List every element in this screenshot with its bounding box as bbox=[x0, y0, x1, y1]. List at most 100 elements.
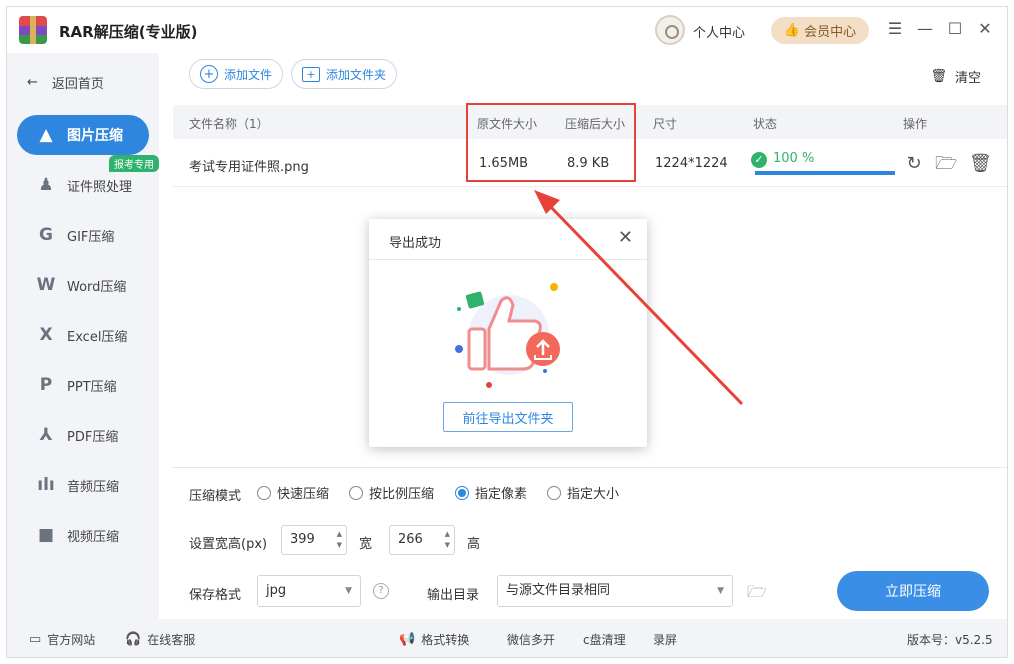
website-link[interactable]: ▭ 官方网站 bbox=[29, 631, 95, 648]
output-value: 与源文件目录相同 bbox=[506, 583, 611, 598]
add-file-button[interactable]: + 添加文件 bbox=[189, 59, 284, 89]
output-label: 输出目录 bbox=[427, 588, 480, 603]
website-label: 官方网站 bbox=[47, 633, 96, 647]
format-convert-link[interactable]: 📢 格式转换 bbox=[399, 631, 469, 648]
close-icon[interactable]: ✕ bbox=[975, 19, 995, 39]
format-convert-label: 格式转换 bbox=[421, 633, 470, 647]
output-select[interactable]: 与源文件目录相同 ▼ bbox=[497, 575, 733, 607]
file-name: 考试专用证件照.png bbox=[189, 160, 309, 175]
open-export-folder-button[interactable]: 前往导出文件夹 bbox=[443, 402, 573, 432]
stepper-icon[interactable]: ▲ ▼ bbox=[337, 529, 342, 551]
radio-dot bbox=[547, 485, 561, 500]
col-dimensions: 尺寸 bbox=[653, 117, 678, 131]
check-circle-icon: ✓ bbox=[751, 152, 767, 168]
sidebar-item-label: 音频压缩 bbox=[67, 479, 120, 495]
arrow-left-icon: ← bbox=[27, 75, 38, 90]
minimize-icon[interactable]: — bbox=[915, 19, 935, 39]
clear-button[interactable]: 🗑 清空 bbox=[930, 67, 981, 86]
sidebar-item-video[interactable]: ■ 视频压缩 bbox=[7, 515, 159, 555]
back-home-link[interactable]: ← 返回首页 bbox=[27, 73, 104, 92]
maximize-icon[interactable]: ☐ bbox=[945, 19, 965, 39]
close-icon[interactable]: ✕ bbox=[618, 229, 633, 247]
mode-label: 压缩模式 bbox=[189, 489, 242, 504]
menu-icon[interactable]: ☰ bbox=[885, 19, 905, 39]
mode-size-radio[interactable]: 指定大小 bbox=[547, 483, 619, 502]
height-input[interactable]: 266 ▲ ▼ bbox=[389, 525, 455, 555]
format-select[interactable]: jpg ▼ bbox=[257, 575, 361, 607]
sidebar-item-label: 证件照处理 bbox=[67, 179, 133, 195]
format-label: 保存格式 bbox=[189, 588, 242, 603]
progress-bar bbox=[755, 171, 895, 175]
sidebar-item-audio[interactable]: ılı 音频压缩 bbox=[7, 465, 159, 505]
sidebar-item-label: 视频压缩 bbox=[67, 529, 120, 545]
delete-icon[interactable]: 🗑 bbox=[969, 153, 992, 175]
folder-open-icon[interactable]: 🗁 bbox=[935, 153, 957, 175]
pdf-icon: ⅄ bbox=[39, 425, 53, 445]
help-icon[interactable]: ? bbox=[373, 583, 389, 599]
col-name: 文件名称（1） bbox=[189, 117, 269, 131]
size-highlight-box bbox=[466, 103, 636, 182]
sidebar-item-image-compress[interactable]: ▲ 图片压缩 bbox=[17, 115, 149, 155]
mode-ratio-radio[interactable]: 按比例压缩 bbox=[349, 483, 434, 502]
sidebar-item-pdf[interactable]: ⅄ PDF压缩 bbox=[7, 415, 159, 455]
trash-icon: 🗑 bbox=[930, 69, 947, 84]
disk-clean-link[interactable]: c盘清理 bbox=[583, 631, 626, 648]
monitor-icon: ▭ bbox=[29, 632, 42, 647]
radio-label: 指定像素 bbox=[475, 487, 528, 502]
col-status: 状态 bbox=[753, 117, 778, 131]
height-value: 266 bbox=[398, 532, 423, 547]
sidebar-item-gif[interactable]: G GIF压缩 bbox=[7, 215, 159, 255]
clear-label: 清空 bbox=[954, 71, 981, 86]
image-icon: ▲ bbox=[39, 125, 53, 145]
word-icon: W bbox=[36, 275, 56, 295]
wechat-link[interactable]: 微信多开 bbox=[507, 631, 555, 648]
width-value: 399 bbox=[290, 532, 315, 547]
thumb-icon: 👍 bbox=[783, 23, 801, 38]
service-link[interactable]: 🎧 在线客服 bbox=[125, 631, 195, 648]
excel-icon: X bbox=[39, 325, 53, 345]
radio-dot bbox=[257, 485, 271, 500]
sidebar-item-id-photo[interactable]: ♟ 证件照处理 bbox=[7, 165, 159, 205]
avatar-icon[interactable] bbox=[655, 15, 685, 45]
height-label: 高 bbox=[467, 537, 481, 552]
progress-fill bbox=[755, 171, 895, 175]
footer: ▭ 官方网站 🎧 在线客服 📢 格式转换 微信多开 c盘清理 录屏 版本号：v5… bbox=[7, 619, 1007, 657]
headset-icon: 🎧 bbox=[125, 632, 142, 647]
back-home-label: 返回首页 bbox=[51, 77, 104, 92]
record-link[interactable]: 录屏 bbox=[653, 631, 677, 648]
thumbs-up-illustration-icon bbox=[455, 283, 560, 388]
refresh-icon[interactable]: ↻ bbox=[903, 153, 925, 175]
folder-icon[interactable]: 🗁 bbox=[747, 581, 769, 601]
chevron-down-icon: ▼ bbox=[717, 586, 724, 596]
sidebar-item-label: 图片压缩 bbox=[67, 128, 123, 144]
sidebar-item-excel[interactable]: X Excel压缩 bbox=[7, 315, 159, 355]
sidebar-item-label: PDF压缩 bbox=[67, 429, 119, 445]
sidebar-item-ppt[interactable]: P PPT压缩 bbox=[7, 365, 159, 405]
add-folder-button[interactable]: + 添加文件夹 bbox=[291, 59, 398, 89]
format-value: jpg bbox=[266, 583, 287, 598]
add-folder-label: 添加文件夹 bbox=[326, 67, 387, 82]
dialog-header: 导出成功 ✕ bbox=[369, 219, 647, 260]
size-label: 设置宽高(px) bbox=[189, 537, 268, 552]
sidebar-item-word[interactable]: W Word压缩 bbox=[7, 265, 159, 305]
plus-icon: + bbox=[200, 65, 218, 83]
radio-dot bbox=[455, 485, 469, 500]
col-actions: 操作 bbox=[903, 117, 928, 131]
stepper-icon[interactable]: ▲ ▼ bbox=[445, 529, 450, 551]
dialog-title: 导出成功 bbox=[389, 236, 442, 251]
version-text: 版本号：v5.2.5 bbox=[907, 633, 993, 647]
app-window: RAR解压缩(专业版) 个人中心 👍 会员中心 ☰ — ☐ ✕ ← 返回首页 ▲… bbox=[6, 6, 1008, 658]
mode-fast-radio[interactable]: 快速压缩 bbox=[257, 483, 329, 502]
mode-pixel-radio[interactable]: 指定像素 bbox=[455, 483, 527, 502]
audio-icon: ılı bbox=[37, 475, 55, 495]
divider bbox=[173, 467, 1007, 468]
export-success-dialog: 导出成功 ✕ 前往导出文件夹 bbox=[369, 219, 647, 447]
member-center-button[interactable]: 👍 会员中心 bbox=[771, 17, 869, 44]
app-title: RAR解压缩(专业版) bbox=[59, 23, 198, 41]
sidebar-item-label: Excel压缩 bbox=[67, 329, 128, 345]
width-input[interactable]: 399 ▲ ▼ bbox=[281, 525, 347, 555]
compress-now-button[interactable]: 立即压缩 bbox=[837, 571, 989, 611]
user-center-link[interactable]: 个人中心 bbox=[693, 22, 745, 41]
sidebar: ← 返回首页 ▲ 图片压缩 报考专用 ♟ 证件照处理 G GIF压缩 W Wor… bbox=[7, 53, 159, 619]
id-photo-icon: ♟ bbox=[38, 175, 54, 195]
